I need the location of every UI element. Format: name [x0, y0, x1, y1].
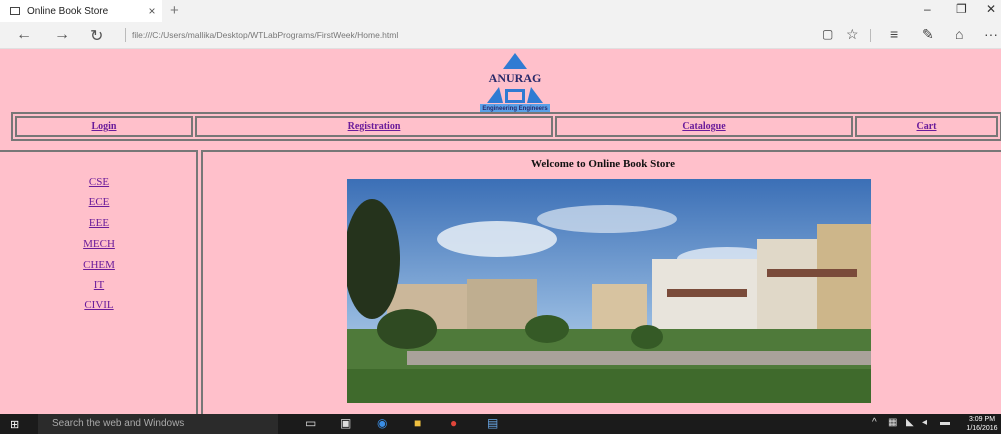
favorite-star-icon[interactable]: ☆ — [846, 26, 859, 43]
nav-cell-catalogue: Catalogue — [555, 116, 853, 137]
nav-cell-registration: Registration — [195, 116, 553, 137]
sidebar-link-cse[interactable]: CSE — [0, 176, 198, 188]
clock-date: 1/16/2016 — [966, 425, 998, 432]
notepad-icon[interactable]: ▤ — [487, 416, 498, 430]
taskbar-clock[interactable]: 3:09 PM 1/16/2016 — [963, 415, 1001, 433]
notification-icon[interactable]: ▬ — [940, 417, 950, 428]
nav-cell-login: Login — [15, 116, 193, 137]
reading-view-icon[interactable]: ▢ — [822, 27, 833, 41]
tab-title: Online Book Store — [27, 5, 109, 17]
windows-taskbar: ⊞ Search the web and Windows ▭ ▣ ◉ ■ ● ▤… — [0, 414, 1001, 434]
tab-close-button[interactable]: × — [142, 4, 162, 18]
anurag-logo: ANURAG Engineering Engineers — [465, 51, 565, 113]
sidebar-link-civil[interactable]: CIVIL — [0, 299, 198, 311]
sidebar-link-ece[interactable]: ECE — [0, 196, 198, 208]
web-note-icon[interactable]: ✎ — [922, 26, 934, 43]
browser-tab[interactable]: Online Book Store × — [0, 0, 162, 22]
sidebar-link-mech[interactable]: MECH — [0, 238, 198, 250]
minimize-button[interactable]: – — [924, 2, 931, 16]
page-icon — [10, 7, 20, 15]
windows-start-icon[interactable]: ⊞ — [10, 418, 19, 431]
clock-time: 3:09 PM — [968, 416, 996, 423]
show-hidden-icons-icon[interactable]: ^ — [872, 417, 877, 428]
catalogue-link[interactable]: Catalogue — [682, 121, 725, 132]
login-link[interactable]: Login — [91, 121, 116, 132]
keyboard-icon[interactable]: ▦ — [888, 417, 897, 428]
toolbar-separator — [870, 29, 871, 42]
restore-button[interactable]: ❐ — [956, 2, 967, 16]
campus-image — [347, 179, 871, 403]
network-icon[interactable]: ◣ — [906, 417, 914, 428]
campus-photo — [347, 179, 871, 403]
back-arrow-icon[interactable]: ← — [16, 26, 32, 44]
tab-bar: Online Book Store × + – ❐ ✕ — [0, 0, 1001, 22]
task-view-icon[interactable]: ▭ — [305, 416, 316, 430]
nav-cell-cart: Cart — [855, 116, 998, 137]
share-icon[interactable]: ⌂ — [955, 26, 963, 42]
close-button[interactable]: ✕ — [986, 2, 996, 16]
taskbar-search-box[interactable]: Search the web and Windows — [38, 414, 278, 434]
sidebar-link-it[interactable]: IT — [0, 279, 198, 291]
file-explorer-icon[interactable]: ■ — [414, 416, 421, 430]
logo-title: ANURAG — [488, 71, 542, 85]
new-tab-button[interactable]: + — [170, 2, 179, 19]
cart-link[interactable]: Cart — [917, 121, 937, 132]
edge-browser-icon[interactable]: ◉ — [377, 416, 387, 430]
volume-icon[interactable]: ◂ — [922, 417, 927, 428]
registration-link[interactable]: Registration — [348, 121, 401, 132]
top-navigation: Login Registration Catalogue Cart — [11, 112, 1001, 141]
web-page: ANURAG Engineering Engineers Login Regis… — [0, 49, 1001, 414]
main-content: Welcome to Online Book Store — [201, 150, 1001, 414]
hub-icon[interactable]: ≡ — [890, 26, 898, 42]
store-icon[interactable]: ▣ — [340, 416, 351, 430]
url-field[interactable]: file:///C:/Users/mallika/Desktop/WTLabPr… — [132, 30, 398, 40]
sidebar-link-eee[interactable]: EEE — [0, 217, 198, 229]
welcome-heading: Welcome to Online Book Store — [530, 158, 675, 170]
more-icon[interactable]: ··· — [984, 26, 998, 42]
refresh-icon[interactable]: ↻ — [90, 26, 103, 46]
address-bar: ← → ↻ file:///C:/Users/mallika/Desktop/W… — [0, 22, 1001, 49]
address-separator — [125, 28, 126, 42]
sidebar-link-chem[interactable]: CHEM — [0, 259, 198, 271]
forward-arrow-icon[interactable]: → — [54, 26, 70, 44]
department-sidebar: CSE ECE EEE MECH CHEM IT CIVIL — [0, 150, 198, 414]
chrome-icon[interactable]: ● — [450, 416, 457, 430]
